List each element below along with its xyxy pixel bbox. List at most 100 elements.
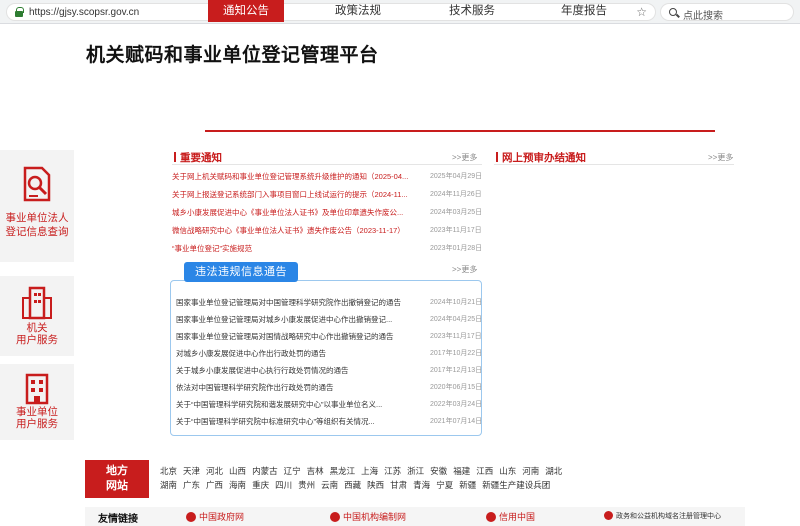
notice-title[interactable]: “事业单位登记”实施规范 [172,243,422,254]
illegal-item-title[interactable]: 关于城乡小康发展促进中心执行行政处罚情况的通告 [176,365,422,376]
notice-title[interactable]: 关于网上报送登记系统部门入事项目窗口上线试运行的提示（2024-11... [172,189,422,200]
illegal-item-date: 2017年10月22日 [430,350,483,357]
tab-annual-report[interactable]: 年度报告 [546,0,622,22]
friend-link-credit[interactable]: 信用中国 [486,510,535,523]
illegal-item-title[interactable]: 对城乡小康发展促进中心作出行政处罚的通告 [176,348,422,359]
region-link[interactable]: 新疆生产建设兵团 [482,480,550,490]
illegal-item-date: 2023年11月17日 [430,333,482,340]
divider [172,164,482,165]
friend-link-gov[interactable]: 中国政府网 [186,510,244,523]
notice-title[interactable]: 微信战略研究中心《事业单位法人证书》遗失作废公告（2023-11-17） [172,225,422,236]
illegal-item-date: 2017年12月13日 [430,367,483,374]
region-link[interactable]: 天津 [183,466,200,476]
list-item[interactable]: “事业单位登记”实施规范 2023年01月28日 [172,240,492,258]
online-review-more-link[interactable]: >>更多 [708,152,733,163]
region-link[interactable]: 上海 [361,466,378,476]
regional-label-line1: 地方 [106,465,128,477]
friend-link-label: 中国政府网 [199,512,245,522]
region-link[interactable]: 江苏 [384,466,401,476]
browser-search-box[interactable]: 点此搜索 [660,3,794,22]
tab-tech-service[interactable]: 技术服务 [434,0,510,22]
region-link[interactable]: 河南 [522,466,539,476]
star-icon[interactable]: ☆ [636,5,647,19]
search-icon [669,8,677,16]
region-link[interactable]: 宁夏 [436,480,453,490]
tile-institution-user-service[interactable]: 事业单位 用户服务 [0,364,74,440]
party-emblem-icon [330,512,340,522]
important-notices-title: 重要通知 [174,152,222,164]
region-link[interactable]: 湖北 [545,466,562,476]
notice-title[interactable]: 关于网上机关赋码和事业单位登记管理系统升级维护的通知（2025-04... [172,171,422,182]
illegal-more-link[interactable]: >>更多 [452,264,477,275]
region-link[interactable]: 江西 [476,466,493,476]
tile-legal-person-query[interactable]: 事业单位法人 登记信息查询 [0,150,74,262]
list-item[interactable]: 关于“中国管理科学研究院中标准研究中心”等组织有关情况... 2021年07月14… [172,413,482,430]
office-building-icon [25,373,49,405]
list-item[interactable]: 国家事业单位登记管理局对国情战略研究中心作出撤销登记的通告 2023年11月17日 [172,328,482,345]
tile-label-line2: 用户服务 [16,334,58,346]
friend-link-label: 政务和公益机构域名注册管理中心 [616,513,721,520]
region-link[interactable]: 北京 [160,466,177,476]
region-link[interactable]: 黑龙江 [330,466,356,476]
region-link[interactable]: 广西 [206,480,223,490]
region-link[interactable]: 贵州 [298,480,315,490]
list-item[interactable]: 关于城乡小康发展促进中心执行行政处罚情况的通告 2017年12月13日 [172,362,483,379]
region-link[interactable]: 甘肃 [390,480,407,490]
region-link[interactable]: 陕西 [367,480,384,490]
illegal-item-title[interactable]: 关于“中国管理科学研究院中标准研究中心”等组织有关情况... [176,416,422,427]
region-link[interactable]: 广东 [183,480,200,490]
illegal-item-title[interactable]: 国家事业单位登记管理局对城乡小康发展促进中心作出撤销登记... [176,314,422,325]
illegal-item-title[interactable]: 依法对中国管理科学研究院作出行政处罚的通告 [176,382,422,393]
domain-center-icon [604,511,613,520]
friend-link-label: 中国机构编制网 [343,512,407,522]
illegal-item-title[interactable]: 国家事业单位登记管理局对中国管理科学研究院作出撤销登记的通告 [176,297,422,308]
emblem-icon [186,512,196,522]
region-link[interactable]: 新疆 [459,480,476,490]
notice-date: 2023年01月28日 [430,245,483,252]
region-link[interactable]: 河北 [206,466,223,476]
tab-notices[interactable]: 通知公告 [208,0,284,22]
region-link[interactable]: 重庆 [252,480,269,490]
illegal-item-title[interactable]: 关于“中国管理科学研究院和谐发展研究中心”以事业单位名义... [176,399,422,410]
region-link[interactable]: 安徽 [430,466,447,476]
region-link[interactable]: 青海 [413,480,430,490]
region-link[interactable]: 西藏 [344,480,361,490]
region-link[interactable]: 山东 [499,466,516,476]
region-link[interactable]: 辽宁 [284,466,301,476]
region-link[interactable]: 山西 [229,466,246,476]
list-item[interactable]: 关于“中国管理科学研究院和谐发展研究中心”以事业单位名义... 2022年03月2… [172,396,482,413]
friend-links-label: 友情链接 [98,514,138,525]
region-link[interactable]: 云南 [321,480,338,490]
region-link[interactable]: 海南 [229,480,246,490]
region-link[interactable]: 浙江 [407,466,424,476]
building-icon [22,286,52,320]
notice-title[interactable]: 城乡小康发展促进中心《事业单位法人证书》及单位印章遗失作废公... [172,207,422,218]
regional-links-row1: 北京 天津 河北 山西 内蒙古 辽宁 吉林 黑龙江 上海 江苏 浙江 安徽 福建 江西 山东 河南 湖北 [160,464,700,478]
important-more-link[interactable]: >>更多 [452,152,477,163]
list-item[interactable]: 对城乡小康发展促进中心作出行政处罚的通告 2017年10月22日 [172,345,483,362]
region-link[interactable]: 内蒙古 [252,466,278,476]
lock-icon [15,7,24,17]
list-item[interactable]: 国家事业单位登记管理局对城乡小康发展促进中心作出撤销登记... 2024年04月2… [172,311,482,328]
friend-link-domain-center[interactable]: 政务和公益机构域名注册管理中心 [604,511,744,521]
tab-policies[interactable]: 政策法规 [320,0,396,22]
friend-link-org[interactable]: 中国机构编制网 [330,510,406,523]
list-item[interactable]: 城乡小康发展促进中心《事业单位法人证书》及单位印章遗失作废公... 2024年0… [172,204,492,222]
divider [494,164,734,165]
list-item[interactable]: 依法对中国管理科学研究院作出行政处罚的通告 2020年06月15日 [172,379,482,396]
list-item[interactable]: 关于网上机关赋码和事业单位登记管理系统升级维护的通知（2025-04... 20… [172,168,492,186]
illegal-item-title[interactable]: 国家事业单位登记管理局对国情战略研究中心作出撤销登记的通告 [176,331,422,342]
site-title: 机关赋码和事业单位登记管理平台 [86,45,379,66]
search-document-icon [23,166,51,202]
list-item[interactable]: 国家事业单位登记管理局对中国管理科学研究院作出撤销登记的通告 2024年10月21… [172,294,483,311]
region-link[interactable]: 吉林 [307,466,324,476]
illegal-item-date: 2024年10月21日 [430,299,483,306]
tile-agency-user-service[interactable]: 机关 用户服务 [0,276,74,356]
region-link[interactable]: 福建 [453,466,470,476]
region-link[interactable]: 湖南 [160,480,177,490]
list-item[interactable]: 关于网上报送登记系统部门入事项目窗口上线试运行的提示（2024-11... 20… [172,186,492,204]
address-url: https://gjsy.scopsr.gov.cn [29,7,140,18]
list-item[interactable]: 微信战略研究中心《事业单位法人证书》遗失作废公告（2023-11-17） 202… [172,222,492,240]
notice-date: 2024年03月25日 [430,209,483,216]
region-link[interactable]: 四川 [275,480,292,490]
